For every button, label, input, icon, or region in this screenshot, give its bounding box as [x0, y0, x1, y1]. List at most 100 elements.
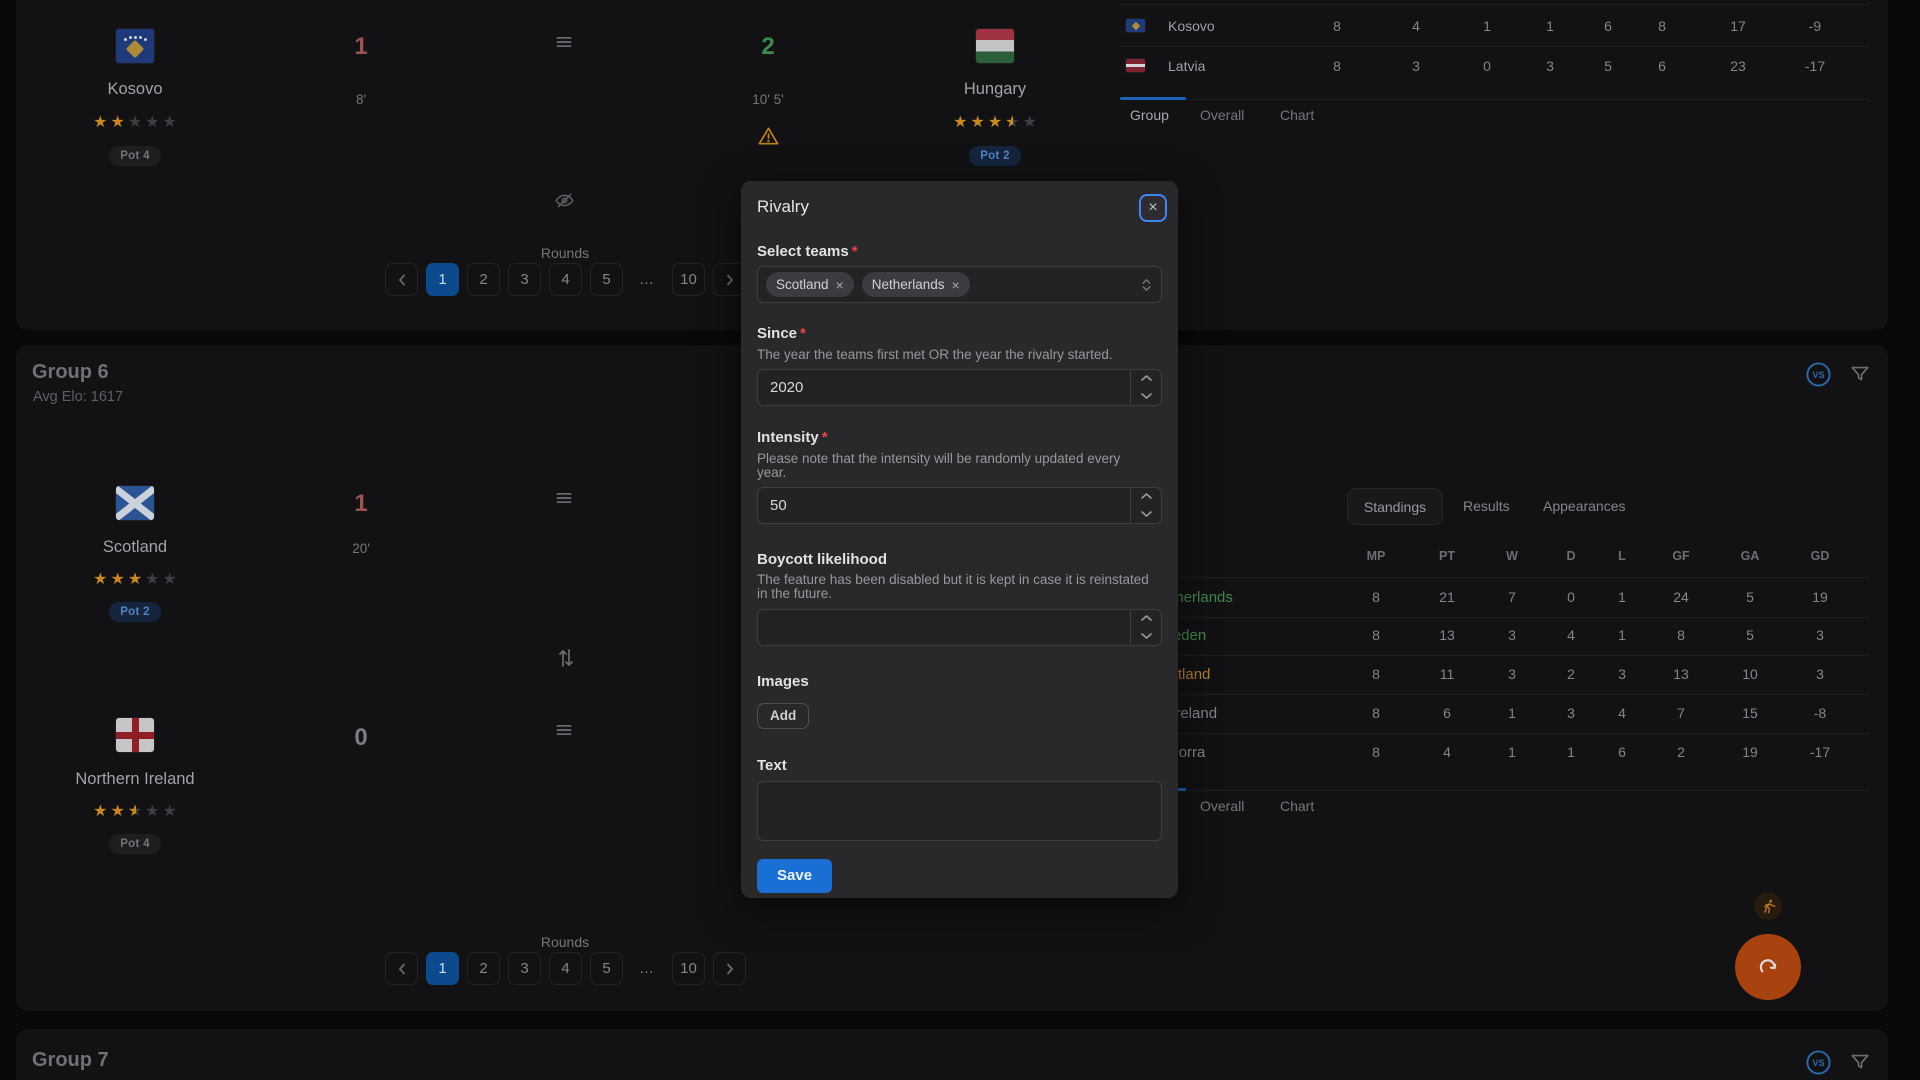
images-label: Images: [757, 674, 1162, 690]
hide-match-eye-off-icon[interactable]: [553, 189, 575, 211]
home-goal-times: 8': [311, 92, 411, 107]
divider: [1120, 790, 1869, 791]
chip-remove-icon[interactable]: ×: [952, 277, 960, 293]
close-button[interactable]: ×: [1139, 194, 1167, 222]
kosovo-mini-flag: [1126, 19, 1145, 32]
rounds-ellipsis: …: [631, 952, 664, 985]
group7-card: Group 7 VS: [16, 1029, 1888, 1080]
rounds-prev-button[interactable]: [385, 952, 418, 985]
home-pot-badge: Pot 4: [55, 146, 215, 166]
svg-text:VS: VS: [1812, 369, 1824, 379]
team-menu-icon[interactable]: [553, 719, 575, 741]
save-button[interactable]: Save: [757, 859, 832, 893]
match-menu-icon[interactable]: [553, 31, 575, 53]
filter-icon[interactable]: [1848, 362, 1872, 386]
mini-table-row: Kosovo 8 4 1 1 6 8 17 -9: [1120, 6, 1869, 47]
rounds-next-button[interactable]: [713, 952, 746, 985]
select-teams-label: Select teams*: [757, 244, 1162, 260]
group-title: Group 7: [32, 1049, 109, 1072]
col-header: PT: [1425, 549, 1469, 563]
since-input[interactable]: [758, 370, 1130, 405]
rounds-page-button[interactable]: 5: [590, 952, 623, 985]
scotland-flag: [116, 486, 154, 520]
home-team-rating: ★★★★★: [55, 115, 215, 131]
standings-row: N. Ireland 8 6 1 3 4 7 15 -8: [1120, 694, 1869, 734]
rounds-page-button[interactable]: 4: [549, 952, 582, 985]
boycott-field: [757, 609, 1162, 646]
swap-teams-icon[interactable]: [553, 645, 579, 671]
vs-mode-button[interactable]: VS: [1804, 360, 1832, 388]
since-help-text: The year the teams first met OR the year…: [757, 348, 1153, 363]
home-score: 1: [311, 33, 411, 61]
away-score: 0: [311, 724, 411, 752]
intensity-input[interactable]: [758, 488, 1130, 523]
spinner-down-icon[interactable]: [1131, 387, 1161, 405]
home-team-name: Scotland: [55, 538, 215, 557]
simulation-runner-icon[interactable]: [1754, 892, 1782, 920]
text-input[interactable]: [757, 781, 1162, 841]
rounds-page-button[interactable]: 1: [426, 952, 459, 985]
rounds-page-button[interactable]: 2: [467, 952, 500, 985]
tab-appearances[interactable]: Appearances: [1543, 498, 1626, 514]
rounds-pagination: 1 2 3 4 5 … 10: [385, 952, 746, 985]
select-caret-icon: [1142, 279, 1151, 291]
svg-text:VS: VS: [1812, 1057, 1824, 1067]
intensity-field: [757, 487, 1162, 524]
required-marker: *: [852, 243, 858, 260]
rounds-label: Rounds: [465, 245, 665, 261]
team-chip[interactable]: Netherlands ×: [862, 272, 970, 297]
spinner-up-icon[interactable]: [1131, 370, 1161, 388]
rounds-page-button[interactable]: 4: [549, 263, 582, 296]
standings-row: Andorra 8 4 1 1 6 2 19 -17: [1120, 733, 1869, 772]
rounds-prev-button[interactable]: [385, 263, 418, 296]
rounds-page-button[interactable]: 10: [672, 952, 705, 985]
away-team-name: Northern Ireland: [55, 770, 215, 789]
hungary-flag: [976, 29, 1014, 63]
since-spinner: [1130, 370, 1161, 405]
advance-round-fab[interactable]: [1735, 934, 1801, 1000]
add-image-button[interactable]: Add: [757, 703, 809, 729]
latvia-mini-flag: [1126, 59, 1145, 72]
modal-title: Rivalry: [757, 196, 1162, 218]
since-field: [757, 369, 1162, 406]
group-avg-elo: Avg Elo: 1617: [33, 389, 123, 405]
warning-icon: [756, 124, 780, 148]
required-marker: *: [800, 325, 806, 342]
boycott-input[interactable]: [758, 610, 1130, 645]
rounds-page-button[interactable]: 3: [508, 952, 541, 985]
rounds-page-button[interactable]: 1: [426, 263, 459, 296]
divider: [1120, 99, 1869, 100]
filter-icon[interactable]: [1848, 1050, 1872, 1074]
select-teams-input[interactable]: Scotland × Netherlands ×: [757, 266, 1162, 303]
intensity-help-text: Please note that the intensity will be r…: [757, 452, 1153, 481]
col-header: W: [1490, 549, 1534, 563]
spinner-down-icon[interactable]: [1131, 627, 1161, 645]
rounds-page-button[interactable]: 5: [590, 263, 623, 296]
tab-group[interactable]: Group: [1130, 107, 1169, 123]
tab-overall[interactable]: Overall: [1200, 798, 1244, 814]
intensity-spinner: [1130, 488, 1161, 523]
rounds-page-button[interactable]: 2: [467, 263, 500, 296]
team-chip[interactable]: Scotland ×: [766, 272, 854, 297]
spinner-down-icon[interactable]: [1131, 505, 1161, 523]
text-label: Text: [757, 758, 1162, 774]
divider: [1120, 4, 1869, 5]
home-score: 1: [311, 490, 411, 518]
vs-mode-button[interactable]: VS: [1804, 1048, 1832, 1076]
tab-chart[interactable]: Chart: [1280, 798, 1314, 814]
away-team-rating: ★★★★★★: [915, 115, 1075, 131]
tab-standings[interactable]: Standings: [1347, 488, 1443, 525]
rounds-label: Rounds: [465, 934, 665, 950]
tab-overall[interactable]: Overall: [1200, 107, 1244, 123]
mini-table-row: Latvia 8 3 0 3 5 6 23 -17: [1120, 46, 1869, 86]
tab-results[interactable]: Results: [1463, 498, 1510, 514]
rounds-page-button[interactable]: 3: [508, 263, 541, 296]
spinner-up-icon[interactable]: [1131, 610, 1161, 628]
rounds-page-button[interactable]: 10: [672, 263, 705, 296]
required-marker: *: [822, 429, 828, 446]
tab-chart[interactable]: Chart: [1280, 107, 1314, 123]
team-menu-icon[interactable]: [553, 487, 575, 509]
chip-remove-icon[interactable]: ×: [836, 277, 844, 293]
rounds-ellipsis: …: [631, 263, 664, 296]
spinner-up-icon[interactable]: [1131, 488, 1161, 506]
